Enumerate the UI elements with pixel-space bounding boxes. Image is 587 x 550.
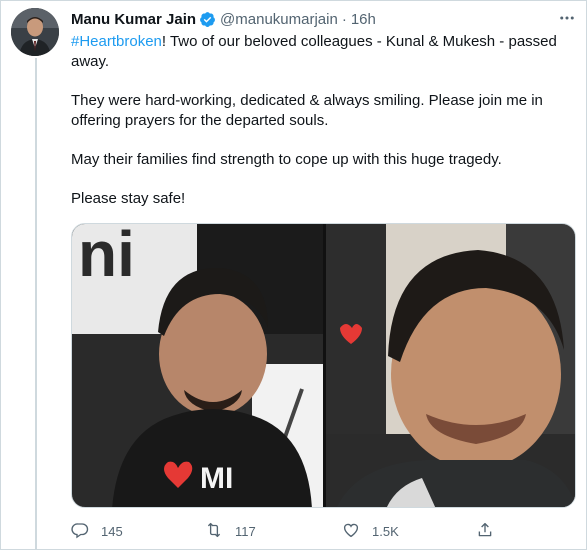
avatar-photo	[11, 8, 59, 56]
reply-count: 145	[101, 523, 123, 539]
tweet-timestamp[interactable]: 16h	[351, 11, 376, 28]
tweet-paragraph-3: May their families find strength to cope…	[71, 151, 502, 168]
reply-icon	[71, 521, 89, 542]
tweet-paragraph-1: #Heartbroken! Two of our beloved colleag…	[71, 32, 571, 72]
author-name[interactable]: Manu Kumar Jain	[71, 11, 196, 28]
shirt-text: MI	[200, 462, 233, 495]
thread-line	[35, 58, 37, 550]
share-icon	[476, 521, 494, 542]
meta-separator: ·	[341, 10, 347, 28]
media-photo-left[interactable]: ni MI	[72, 224, 323, 507]
like-count: 1.5K	[372, 523, 399, 539]
tweet-actions: 145 117 1.5K	[71, 518, 551, 544]
verified-badge-icon	[199, 11, 216, 28]
retweet-icon	[205, 521, 223, 542]
avatar[interactable]	[11, 8, 59, 56]
tweet-paragraph-2: They were hard-working, dedicated & alwa…	[71, 92, 543, 129]
heart-icon	[342, 521, 360, 542]
hashtag-link[interactable]: #Heartbroken	[71, 33, 162, 50]
retweet-button[interactable]: 117	[205, 518, 256, 544]
share-button[interactable]	[476, 518, 494, 544]
tweet-paragraph-4: Please stay safe!	[71, 190, 186, 207]
more-icon[interactable]	[556, 8, 578, 28]
tweet-text: #Heartbroken! Two of our beloved colleag…	[71, 32, 571, 209]
media-photo-right[interactable]	[326, 224, 575, 507]
author-handle[interactable]: @manukumarjain	[220, 11, 338, 28]
retweet-count: 117	[235, 523, 256, 539]
like-button[interactable]: 1.5K	[342, 518, 399, 544]
backdrop-logo-text: ni	[78, 224, 135, 290]
tweet-media: ni MI	[71, 223, 576, 508]
reply-button[interactable]: 145	[71, 518, 123, 544]
tweet-header: Manu Kumar Jain @manukumarjain · 16h	[71, 9, 376, 29]
